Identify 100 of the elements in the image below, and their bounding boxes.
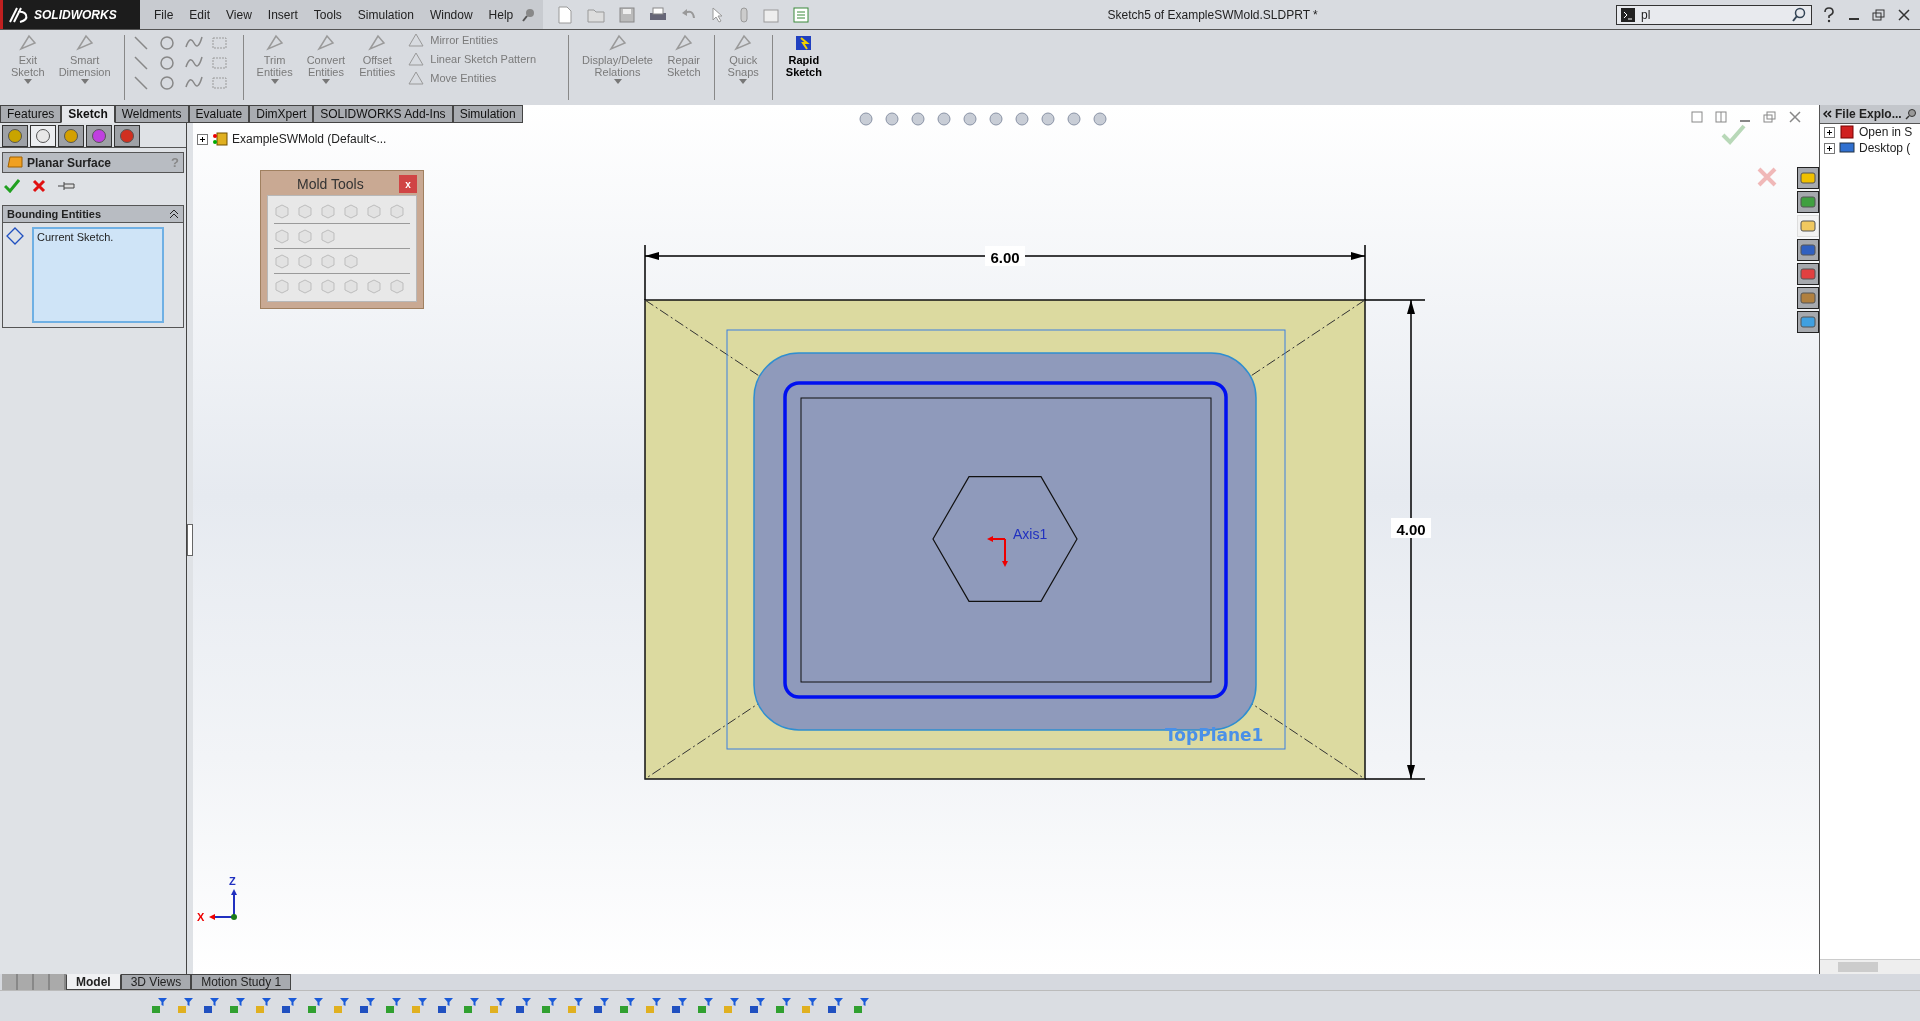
- expand-icon[interactable]: [1824, 142, 1835, 154]
- restore-icon[interactable]: [1763, 111, 1777, 123]
- tab[interactable]: Model: [66, 974, 121, 990]
- view-tool-icon[interactable]: [1040, 111, 1056, 127]
- menu-item[interactable]: Window: [421, 7, 481, 22]
- tab[interactable]: Sketch: [61, 105, 115, 123]
- selection-filter-icon[interactable]: [280, 997, 298, 1015]
- selection-filter-icon[interactable]: [748, 997, 766, 1015]
- selection-filter-icon[interactable]: [202, 997, 220, 1015]
- menu-item[interactable]: Insert: [259, 7, 306, 22]
- task-pane-tab[interactable]: [1797, 167, 1819, 189]
- help-icon[interactable]: [1822, 6, 1836, 23]
- task-pane-tab[interactable]: [1797, 191, 1819, 213]
- panel-tab[interactable]: [2, 125, 28, 147]
- collapse-icon[interactable]: [169, 209, 179, 219]
- collapse-icon[interactable]: [1823, 110, 1832, 118]
- panel-tab[interactable]: [30, 125, 56, 147]
- close-icon[interactable]: [1898, 8, 1910, 21]
- ok-check-icon[interactable]: [4, 179, 20, 193]
- cancel-x-icon[interactable]: [1757, 167, 1777, 187]
- panel-tab[interactable]: [58, 125, 84, 147]
- view-tool-icon[interactable]: [858, 111, 874, 127]
- view-tool-icon[interactable]: [988, 111, 1004, 127]
- restore-icon[interactable]: [1872, 8, 1886, 21]
- selection-filter-icon[interactable]: [358, 997, 376, 1015]
- close-button[interactable]: x: [399, 175, 417, 193]
- selection-filter-icon[interactable]: [618, 997, 636, 1015]
- selection-filter-icon[interactable]: [436, 997, 454, 1015]
- menu-item[interactable]: View: [218, 7, 260, 22]
- task-pane-tab[interactable]: [1797, 239, 1819, 261]
- command-button[interactable]: Rapid Sketch: [780, 33, 827, 102]
- menu-item[interactable]: Help: [480, 7, 522, 22]
- selection-filter-icon[interactable]: [696, 997, 714, 1015]
- menu-item[interactable]: Tools: [305, 7, 350, 22]
- search-icon[interactable]: [1791, 6, 1807, 23]
- selection-filter-icon[interactable]: [384, 997, 402, 1015]
- view-tool-icon[interactable]: [962, 111, 978, 127]
- tab[interactable]: DimXpert: [249, 105, 314, 123]
- tab[interactable]: Weldments: [114, 105, 189, 123]
- scrollbar[interactable]: [1820, 959, 1920, 974]
- selection-filter-icon[interactable]: [540, 997, 558, 1015]
- selection-list[interactable]: Current Sketch.: [32, 227, 164, 323]
- selection-filter-icon[interactable]: [306, 997, 324, 1015]
- section-header[interactable]: Bounding Entities: [3, 206, 183, 223]
- panel-handle[interactable]: [187, 523, 193, 556]
- panel-tab[interactable]: [86, 125, 112, 147]
- file-properties-icon[interactable]: [763, 6, 780, 23]
- selection-filter-icon[interactable]: [670, 997, 688, 1015]
- selection-filter-icon[interactable]: [514, 997, 532, 1015]
- expand-icon[interactable]: [1824, 126, 1835, 138]
- selection-filter-icon[interactable]: [488, 997, 506, 1015]
- new-document-icon[interactable]: [557, 5, 574, 24]
- selection-filter-icon[interactable]: [800, 997, 818, 1015]
- selection-filter-icon[interactable]: [410, 997, 428, 1015]
- view-tool-icon[interactable]: [1092, 111, 1108, 127]
- tree-item[interactable]: Desktop (: [1859, 141, 1911, 155]
- view-tool-icon[interactable]: [1014, 111, 1030, 127]
- selection-filter-icon[interactable]: [332, 997, 350, 1015]
- sketch-tool-icon[interactable]: [158, 75, 177, 91]
- panel-tab[interactable]: [114, 125, 140, 147]
- save-icon[interactable]: [619, 6, 636, 23]
- printer-icon[interactable]: [649, 6, 668, 23]
- list-item[interactable]: Current Sketch.: [37, 231, 159, 243]
- task-pane-tab[interactable]: [1797, 287, 1819, 309]
- menu-item[interactable]: Simulation: [349, 7, 422, 22]
- tab[interactable]: Features: [0, 105, 62, 123]
- rebuild-icon[interactable]: [739, 6, 750, 23]
- view-tool-icon[interactable]: [936, 111, 952, 127]
- selection-filter-icon[interactable]: [826, 997, 844, 1015]
- selection-filter-icon[interactable]: [774, 997, 792, 1015]
- tree-item[interactable]: Open in S: [1859, 125, 1913, 139]
- view-tool-icon[interactable]: [910, 111, 926, 127]
- selection-filter-icon[interactable]: [566, 997, 584, 1015]
- selection-filter-icon[interactable]: [852, 997, 870, 1015]
- search-field[interactable]: pl: [1616, 4, 1812, 25]
- menu-item[interactable]: File: [146, 7, 182, 22]
- options-icon[interactable]: [793, 6, 810, 23]
- tree-item[interactable]: ExampleSWMold (Default<...: [232, 132, 387, 146]
- view-tool-icon[interactable]: [884, 111, 900, 127]
- accept-check-icon[interactable]: [1721, 124, 1746, 145]
- tab[interactable]: Evaluate: [188, 105, 250, 123]
- selection-filter-icon[interactable]: [722, 997, 740, 1015]
- split-view-icon[interactable]: [1691, 111, 1703, 123]
- selection-filter-icon[interactable]: [592, 997, 610, 1015]
- selection-filter-icon[interactable]: [644, 997, 662, 1015]
- task-pane-tab[interactable]: [1797, 311, 1819, 333]
- task-pane-tab[interactable]: [1797, 263, 1819, 285]
- sketch-tool-icon[interactable]: [158, 55, 177, 71]
- cancel-x-icon[interactable]: [32, 179, 46, 193]
- sketch-tool-icon[interactable]: [158, 35, 177, 51]
- view-tool-icon[interactable]: [1066, 111, 1082, 127]
- tab[interactable]: 3D Views: [120, 974, 192, 990]
- pin-icon[interactable]: [1905, 108, 1917, 120]
- selection-filter-icon[interactable]: [150, 997, 168, 1015]
- tab[interactable]: Simulation: [452, 105, 523, 123]
- expand-icon[interactable]: [197, 133, 208, 145]
- selection-filter-icon[interactable]: [228, 997, 246, 1015]
- tab[interactable]: SOLIDWORKS Add-Ins: [313, 105, 453, 123]
- selection-filter-icon[interactable]: [176, 997, 194, 1015]
- selection-filter-icon[interactable]: [254, 997, 272, 1015]
